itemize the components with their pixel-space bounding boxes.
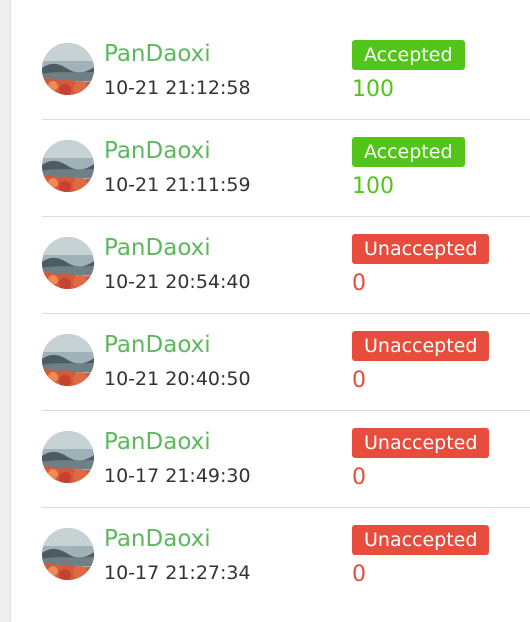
submission-row: PanDaoxi 10-17 21:49:30 Unaccepted 0	[42, 411, 530, 508]
submission-row: PanDaoxi 10-21 20:54:40 Unaccepted 0	[42, 217, 530, 314]
submission-time: 10-17 21:27:34	[104, 562, 251, 584]
submission-time: 10-21 21:12:58	[104, 77, 251, 99]
status-badge: Unaccepted	[352, 331, 490, 361]
submission-list: PanDaoxi 10-21 21:12:58 Accepted 100 Pan…	[42, 23, 530, 604]
username-link[interactable]: PanDaoxi	[104, 137, 211, 165]
submission-time: 10-21 21:11:59	[104, 174, 251, 196]
left-rail	[0, 0, 11, 622]
avatar[interactable]	[42, 140, 94, 192]
submission-history-panel: PanDaoxi 10-21 21:12:58 Accepted 100 Pan…	[0, 0, 530, 622]
score: 0	[352, 465, 366, 490]
avatar[interactable]	[42, 237, 94, 289]
submission-row: PanDaoxi 10-21 20:40:50 Unaccepted 0	[42, 314, 530, 411]
score: 0	[352, 271, 366, 296]
score: 100	[352, 77, 394, 102]
submission-row: PanDaoxi 10-21 21:12:58 Accepted 100	[42, 23, 530, 120]
avatar[interactable]	[42, 43, 94, 95]
username-link[interactable]: PanDaoxi	[104, 428, 211, 456]
avatar[interactable]	[42, 431, 94, 483]
status-badge: Unaccepted	[352, 525, 490, 555]
submission-time: 10-17 21:49:30	[104, 465, 251, 487]
username-link[interactable]: PanDaoxi	[104, 525, 211, 553]
submission-time: 10-21 20:40:50	[104, 368, 251, 390]
score: 0	[352, 562, 366, 587]
status-badge: Accepted	[352, 40, 465, 70]
score: 0	[352, 368, 366, 393]
submission-time: 10-21 20:54:40	[104, 271, 251, 293]
username-link[interactable]: PanDaoxi	[104, 234, 211, 262]
avatar[interactable]	[42, 528, 94, 580]
status-badge: Unaccepted	[352, 428, 490, 458]
submission-row: PanDaoxi 10-17 21:27:34 Unaccepted 0	[42, 508, 530, 604]
status-badge: Accepted	[352, 137, 465, 167]
username-link[interactable]: PanDaoxi	[104, 331, 211, 359]
avatar[interactable]	[42, 334, 94, 386]
submission-row: PanDaoxi 10-21 21:11:59 Accepted 100	[42, 120, 530, 217]
username-link[interactable]: PanDaoxi	[104, 40, 211, 68]
status-badge: Unaccepted	[352, 234, 490, 264]
score: 100	[352, 174, 394, 199]
